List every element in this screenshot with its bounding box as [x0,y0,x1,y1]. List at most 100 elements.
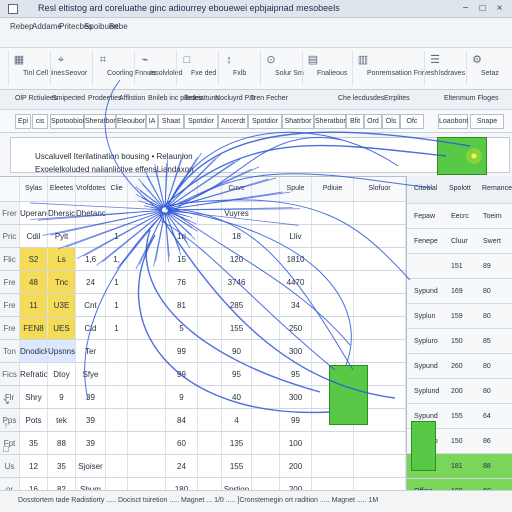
sheet-cell[interactable]: 40 [222,386,252,408]
sheet-cell[interactable]: UES [48,317,76,339]
filter-ia[interactable]: IA [146,114,158,129]
filter-bfit[interactable]: Bfit [346,114,364,129]
sheet-cell[interactable] [354,340,406,362]
sheet-cell[interactable]: 81 [166,294,198,316]
sheet-cell[interactable] [128,455,166,477]
sheet-cell[interactable] [106,202,128,224]
sheet-cell[interactable]: Sfye [76,363,106,385]
row-header[interactable]: Fre [0,294,20,316]
sheet-cell[interactable] [198,455,222,477]
sheet-cell[interactable]: 84 [166,409,198,431]
sheet-cell[interactable] [128,294,166,316]
filter-ofc[interactable]: Ofc [400,114,424,129]
column-header-4[interactable]: Clie [106,177,128,201]
sheet-cell[interactable]: S2 [20,248,48,270]
sheet-cell[interactable]: Refratios [20,363,48,385]
column-header-9[interactable] [252,177,280,201]
sheet-cell[interactable]: 120 [222,248,252,270]
sheet-cell[interactable] [252,225,280,247]
filter-shaat[interactable]: Shaat [158,114,184,129]
sheet-cell[interactable]: Cld [76,317,106,339]
sheet-cell[interactable]: 4470 [280,271,312,293]
sheet-cell[interactable] [312,248,354,270]
sheet-cell[interactable]: Tnc [48,271,76,293]
formula-panel[interactable]: Uscaluvell Iterilatination bousing • Rel… [10,137,510,174]
sheet-cell[interactable]: 9 [48,386,76,408]
sheet-cell[interactable] [312,317,354,339]
menu-bebe[interactable]: Bebe [109,22,128,31]
sheet-cell[interactable] [128,409,166,431]
sheet-cell[interactable] [312,294,354,316]
sheet-cell[interactable] [252,202,280,224]
panel-tab-eltenmum[interactable]: Eltenmum Floges [444,95,498,102]
tool-ponremsatiion[interactable]: ▥ Ponremsatiion Fnivesh [352,51,438,85]
panel-tab-smipected[interactable]: Smipected [52,95,85,102]
sheet-cell[interactable] [198,409,222,431]
sheet-cell[interactable] [312,432,354,454]
sheet-cell[interactable] [128,248,166,270]
sheet-cell[interactable]: 200 [280,455,312,477]
sheet-cell[interactable]: FEN8 [20,317,48,339]
sheet-cell[interactable]: 135 [222,432,252,454]
sheet-cell[interactable] [252,248,280,270]
sheet-cell[interactable] [106,432,128,454]
sheet-cell[interactable]: 39 [76,432,106,454]
sheet-cell[interactable]: 35 [20,432,48,454]
sheet-cell[interactable] [128,225,166,247]
sheet-cell[interactable] [312,271,354,293]
sheet-cell[interactable]: 9 [166,386,198,408]
sheet-cell[interactable] [312,225,354,247]
filter-epi[interactable]: Epi [15,114,31,129]
row-header[interactable]: Fre [0,271,20,293]
sheet-cell[interactable] [198,248,222,270]
sheet-cell[interactable]: 12 [20,455,48,477]
sheet-cell[interactable]: tek [48,409,76,431]
sheet-cell[interactable] [76,225,106,247]
sheet-cell[interactable]: 34 [280,294,312,316]
sheet-cell[interactable]: 155 [222,455,252,477]
sheet-cell[interactable]: Ter [76,340,106,362]
column-header-12[interactable]: Slofuor [354,177,406,201]
row-header[interactable]: Fre [0,317,20,339]
sheet-cell[interactable] [106,340,128,362]
filter-snape[interactable]: Snape [470,114,504,129]
sheet-cell[interactable]: 1 [106,317,128,339]
sheet-cell[interactable]: Cdil [20,225,48,247]
sheet-cell[interactable]: Lliv [280,225,312,247]
filter-sheratbon[interactable]: Sheratbon [84,114,117,129]
sheet-cell[interactable] [128,317,166,339]
column-header-3[interactable]: Vrofdotes [76,177,106,201]
sheet-cell[interactable] [128,340,166,362]
sheet-cell[interactable] [312,455,354,477]
panel-tab-afflistion[interactable]: Afflistion [119,95,145,102]
sheet-cell[interactable]: 1810 [280,248,312,270]
sheet-cell[interactable]: 1ri [166,225,198,247]
maximize-button[interactable]: □ [476,2,489,15]
sheet-cell[interactable]: 5 [166,317,198,339]
sheet-cell[interactable]: 88 [48,432,76,454]
sheet-cell[interactable]: Dtoy [48,363,76,385]
panel-tab-errplites[interactable]: Errplites [384,95,410,102]
filter-shatrbor[interactable]: Shatrbor [282,114,314,129]
sheet-cell[interactable]: 24 [166,455,198,477]
sheet-cell[interactable] [280,202,312,224]
column-header-7[interactable] [198,177,222,201]
column-header-1[interactable]: Sylas [20,177,48,201]
tool-fxlb[interactable]: ↕ Fxlb [218,51,262,85]
sheet-cell[interactable]: 48 [20,271,48,293]
tool-solur-sm[interactable]: ⊙ Solur Sm [260,51,304,85]
sheet-cell[interactable] [128,202,166,224]
sheet-cell[interactable] [198,432,222,454]
sheet-cell[interactable] [106,409,128,431]
sheet-cell[interactable]: 250 [280,317,312,339]
sheet-cell[interactable] [128,363,166,385]
column-header-6[interactable] [166,177,198,201]
sheet-cell[interactable]: 24 [76,271,106,293]
sheet-cell[interactable]: 15 [166,248,198,270]
sheet-cell[interactable]: 300 [280,340,312,362]
sheet-cell[interactable] [354,202,406,224]
sheet-cell[interactable]: Pylt [48,225,76,247]
sheet-cell[interactable] [128,432,166,454]
sheet-cell[interactable] [252,409,280,431]
sheet-cell[interactable]: Upsnns [48,340,76,362]
